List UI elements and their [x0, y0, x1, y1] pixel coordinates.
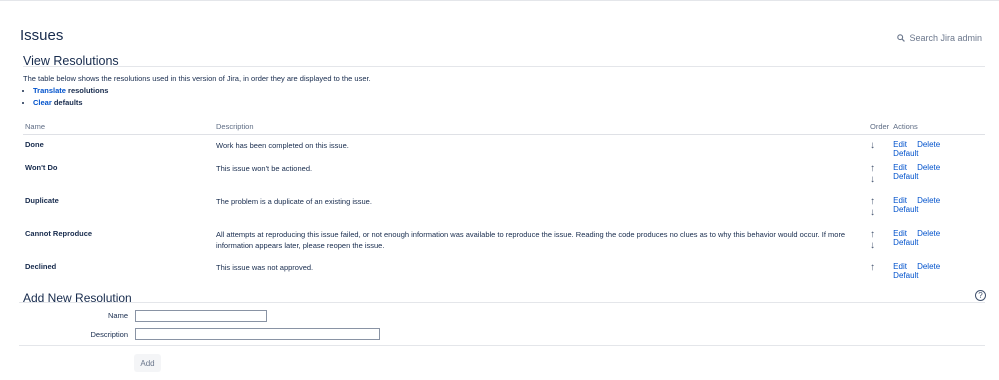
- move-down-icon[interactable]: ↓: [870, 140, 880, 151]
- table-row: Declined This issue was not approved. ↑ …: [23, 257, 985, 281]
- header-order: Order: [868, 120, 892, 135]
- table-header-row: Name Description Order Actions: [23, 120, 985, 135]
- order-cell: ↑: [868, 257, 891, 281]
- name-label: Name: [107, 311, 128, 320]
- delete-link[interactable]: Delete: [917, 262, 940, 271]
- resolution-description: Work has been completed on this issue.: [216, 140, 349, 150]
- actions-cell: Edit Delete Default: [891, 224, 985, 257]
- default-link[interactable]: Default: [893, 238, 918, 247]
- default-link[interactable]: Default: [893, 149, 918, 158]
- edit-link[interactable]: Edit: [893, 163, 907, 172]
- edit-link[interactable]: Edit: [893, 140, 907, 149]
- delete-link[interactable]: Delete: [917, 140, 940, 149]
- translate-suffix: resolutions: [65, 86, 109, 95]
- add-section-divider: [19, 302, 985, 303]
- table-row: Duplicate The problem is a duplicate of …: [23, 191, 985, 224]
- order-cell: ↑ ↓: [868, 158, 891, 191]
- actions-cell: Edit Delete Default: [891, 257, 985, 281]
- table-row: Done Work has been completed on this iss…: [23, 134, 985, 158]
- resolution-name: Duplicate: [25, 195, 59, 205]
- list-item: Translate resolutions: [33, 85, 108, 97]
- edit-link[interactable]: Edit: [893, 262, 907, 271]
- order-cell: ↑ ↓: [868, 191, 891, 224]
- page-title: Issues: [20, 27, 64, 44]
- header-actions: Actions: [891, 120, 985, 135]
- delete-link[interactable]: Delete: [917, 196, 940, 205]
- move-up-icon[interactable]: ↑: [870, 229, 880, 240]
- section-divider: [23, 66, 985, 67]
- resolution-description: This issue won't be actioned.: [216, 163, 313, 173]
- search-icon: [897, 34, 906, 42]
- resolution-description: All attempts at reproducing this issue f…: [216, 229, 846, 250]
- name-input[interactable]: [135, 310, 267, 322]
- actions-cell: Edit Delete Default: [891, 134, 985, 158]
- table-row: Cannot Reproduce All attempts at reprodu…: [23, 224, 985, 257]
- list-item: Clear defaults: [33, 97, 108, 109]
- default-link[interactable]: Default: [893, 172, 918, 181]
- delete-link[interactable]: Delete: [917, 163, 940, 172]
- resolution-options-list: Translate resolutions Clear defaults: [22, 85, 108, 109]
- edit-link[interactable]: Edit: [893, 196, 907, 205]
- header-description: Description: [214, 120, 868, 135]
- help-icon[interactable]: ?: [975, 290, 986, 301]
- move-up-icon[interactable]: ↑: [870, 196, 880, 207]
- default-link[interactable]: Default: [893, 271, 918, 280]
- top-divider: [0, 0, 999, 1]
- default-link[interactable]: Default: [893, 205, 918, 214]
- search-label: Search Jira admin: [909, 33, 982, 43]
- clear-suffix: defaults: [51, 98, 83, 107]
- intro-text: The table below shows the resolutions us…: [23, 74, 371, 83]
- resolution-name: Won't Do: [25, 162, 58, 172]
- resolution-name: Declined: [25, 261, 57, 271]
- search-jira-admin-link[interactable]: Search Jira admin: [897, 33, 982, 43]
- resolutions-table: Name Description Order Actions Done Work…: [23, 120, 985, 281]
- resolution-name: Cannot Reproduce: [25, 228, 93, 238]
- move-up-icon[interactable]: ↑: [870, 163, 880, 174]
- description-input[interactable]: [135, 328, 380, 340]
- table-row: Won't Do This issue won't be actioned. ↑…: [23, 158, 985, 191]
- translate-link[interactable]: Translate: [33, 86, 66, 95]
- delete-link[interactable]: Delete: [917, 229, 940, 238]
- order-cell: ↑ ↓: [868, 224, 891, 257]
- resolution-name: Done: [25, 139, 44, 149]
- clear-link[interactable]: Clear: [33, 98, 52, 107]
- order-cell: ↓: [868, 134, 891, 158]
- move-down-icon[interactable]: ↓: [870, 207, 880, 218]
- description-label: Description: [90, 330, 128, 339]
- move-down-icon[interactable]: ↓: [870, 174, 880, 185]
- actions-cell: Edit Delete Default: [891, 158, 985, 191]
- move-up-icon[interactable]: ↑: [870, 262, 880, 273]
- resolution-description: This issue was not approved.: [216, 262, 314, 272]
- form-divider: [19, 345, 985, 346]
- add-button[interactable]: Add: [134, 354, 161, 372]
- resolution-description: The problem is a duplicate of an existin…: [216, 196, 372, 206]
- move-down-icon[interactable]: ↓: [870, 240, 880, 251]
- edit-link[interactable]: Edit: [893, 229, 907, 238]
- header-name: Name: [23, 120, 214, 135]
- actions-cell: Edit Delete Default: [891, 191, 985, 224]
